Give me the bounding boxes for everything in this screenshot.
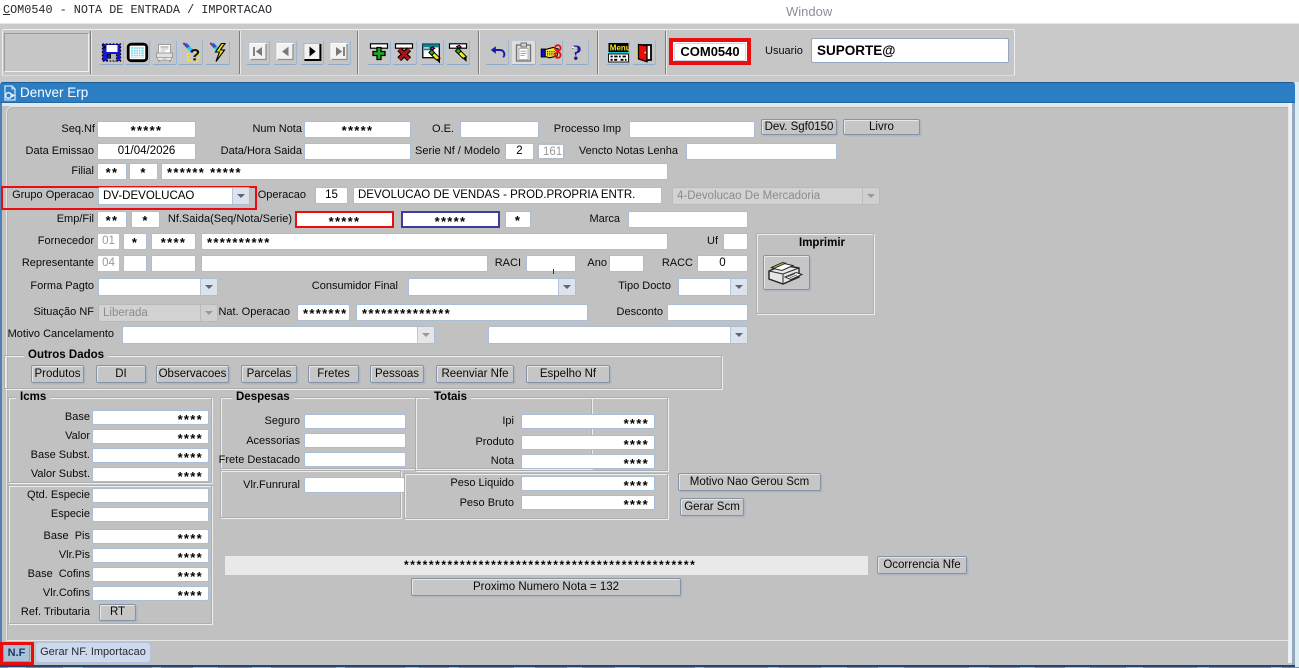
svg-text:Menu: Menu <box>610 43 630 52</box>
svg-text:?: ? <box>571 41 582 64</box>
svg-text:?: ? <box>190 46 200 65</box>
